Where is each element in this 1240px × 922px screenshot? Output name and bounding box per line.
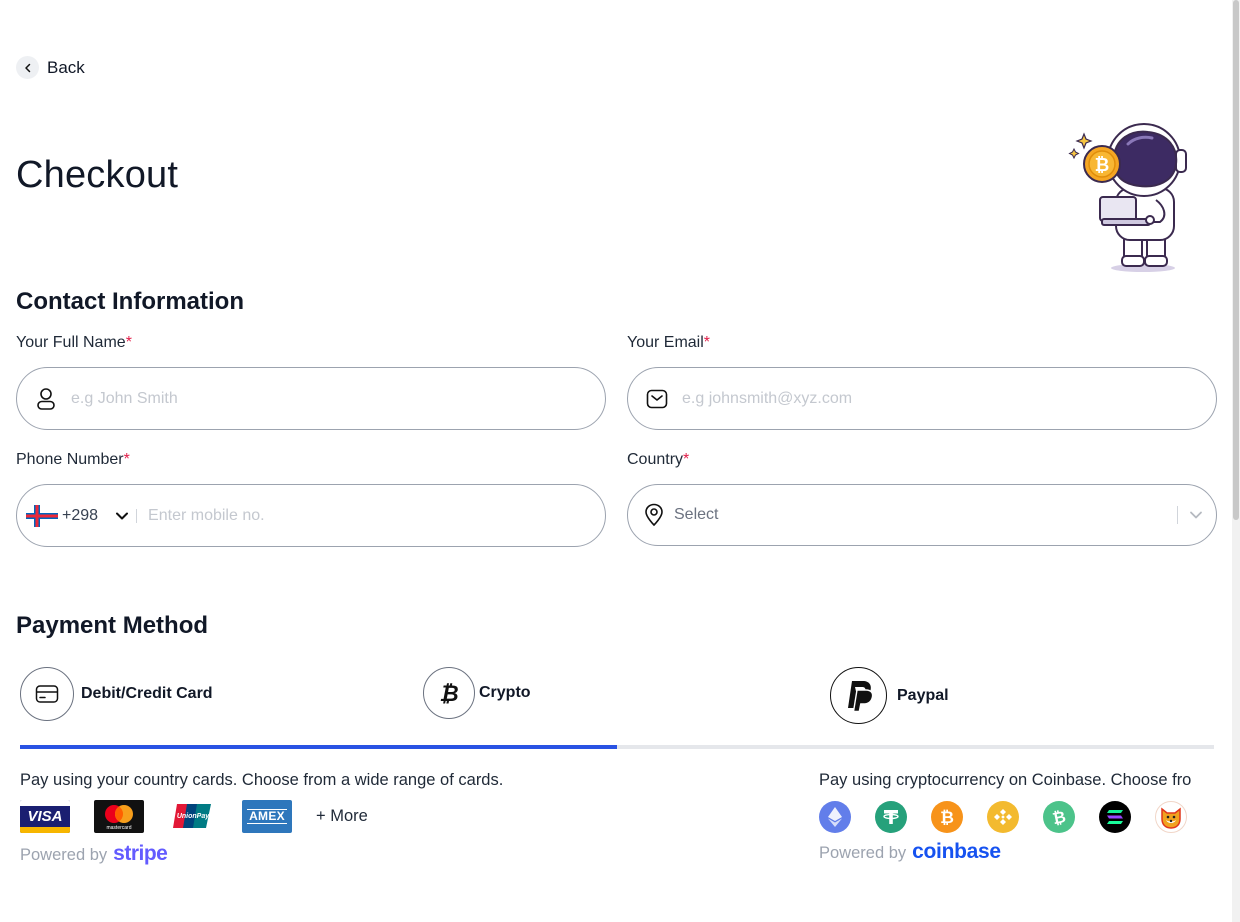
full-name-field[interactable]: e.g John Smith (16, 367, 606, 430)
phone-label: Phone Number* (16, 451, 130, 469)
country-label-text: Country (627, 451, 684, 468)
chevron-down-icon[interactable] (114, 508, 130, 524)
payment-option-label: Paypal (897, 686, 949, 704)
back-button[interactable]: Back (16, 56, 85, 79)
mail-icon (645, 387, 669, 411)
phone-label-text: Phone Number (16, 451, 124, 468)
phone-divider (136, 508, 138, 523)
amex-logo: AMEX (242, 800, 292, 833)
faroe-islands-flag-icon[interactable] (26, 504, 58, 527)
payment-option-crypto[interactable]: ₿ Crypto (423, 667, 531, 719)
chevron-down-icon[interactable] (1186, 505, 1206, 525)
email-placeholder: e.g johnsmith@xyz.com (682, 389, 853, 407)
binance-icon (987, 801, 1019, 833)
payment-tab-indicator-fill (20, 745, 617, 749)
solana-icon (1099, 801, 1131, 833)
payment-option-label: Debit/Credit Card (81, 685, 213, 702)
crypto-payment-description: Pay using cryptocurrency on Coinbase. Ch… (819, 771, 1192, 789)
bitcoin-icon: ₿ (931, 801, 963, 833)
unionpay-logo-text: UnionPay (176, 813, 210, 820)
powered-by-stripe: Powered by stripe (20, 842, 168, 866)
more-cards-link[interactable]: + More (316, 807, 368, 826)
crypto-coins: ₿ ₿ + (819, 801, 1219, 833)
powered-by-label: Powered by (819, 844, 907, 862)
payment-option-paypal[interactable]: Paypal (830, 667, 949, 724)
more-coins-icon: + (1211, 801, 1219, 833)
location-pin-icon (642, 503, 666, 527)
country-select-indicator[interactable] (1177, 485, 1216, 545)
stripe-logo: stripe (113, 842, 168, 865)
required-asterisk: * (703, 334, 711, 351)
shiba-icon (1155, 801, 1187, 833)
bitcoin-cash-icon: ₿ (1043, 801, 1075, 833)
credit-card-icon (20, 667, 74, 721)
select-divider (1177, 506, 1178, 524)
page-title: Checkout (16, 154, 179, 196)
mastercard-logo-text: mastercard (106, 825, 132, 831)
required-asterisk: * (123, 451, 130, 468)
payment-option-card[interactable]: Debit/Credit Card (20, 667, 213, 721)
card-payment-description: Pay using your country cards. Choose fro… (20, 771, 504, 789)
contact-section-title: Contact Information (16, 288, 244, 315)
tether-icon (875, 801, 907, 833)
chevron-left-icon (16, 56, 39, 79)
card-logos: VISA mastercard UnionPay AMEX + More (20, 800, 368, 833)
email-label: Your Email* (627, 334, 710, 352)
svg-text:₿: ₿ (1095, 155, 1110, 176)
full-name-placeholder: e.g John Smith (71, 389, 178, 407)
payment-section-title: Payment Method (16, 612, 209, 639)
visa-logo-text: VISA (27, 808, 63, 825)
amex-logo-text: AMEX (247, 809, 287, 824)
svg-text:₿: ₿ (1051, 807, 1068, 828)
ethereum-icon (819, 801, 851, 833)
user-icon (34, 387, 58, 411)
required-asterisk: * (125, 334, 132, 351)
powered-by-coinbase: Powered by coinbase (819, 840, 1001, 864)
full-name-label: Your Full Name* (16, 334, 132, 352)
country-select[interactable]: Select (627, 484, 1217, 546)
phone-country-code[interactable]: +298 (62, 507, 98, 525)
page-scrollbar[interactable] (1232, 0, 1240, 922)
email-label-text: Your Email (627, 334, 704, 351)
phone-placeholder[interactable]: Enter mobile no. (148, 507, 265, 525)
coinbase-logo: coinbase (912, 840, 1001, 863)
powered-by-label: Powered by (20, 846, 108, 864)
unionpay-logo: UnionPay (168, 800, 218, 833)
payment-option-label: Crypto (479, 684, 531, 701)
astronaut-illustration: ₿ (1064, 120, 1194, 276)
required-asterisk: * (683, 451, 690, 468)
scrollbar-thumb[interactable] (1233, 0, 1239, 520)
back-label: Back (47, 57, 85, 77)
email-field[interactable]: e.g johnsmith@xyz.com (627, 367, 1217, 430)
payment-tab-indicator (20, 745, 1214, 749)
country-select-value: Select (674, 506, 719, 523)
mastercard-logo: mastercard (94, 800, 144, 833)
svg-text:₿: ₿ (439, 682, 458, 706)
crypto-description-clip: Pay using cryptocurrency on Coinbase. Ch… (819, 771, 1219, 795)
country-label: Country* (627, 451, 689, 469)
svg-text:₿: ₿ (940, 808, 954, 828)
paypal-icon (830, 667, 887, 724)
phone-field[interactable]: +298 Enter mobile no. (16, 484, 606, 547)
visa-logo: VISA (20, 800, 70, 833)
bitcoin-icon: ₿ (423, 667, 475, 719)
full-name-label-text: Your Full Name (16, 334, 126, 351)
